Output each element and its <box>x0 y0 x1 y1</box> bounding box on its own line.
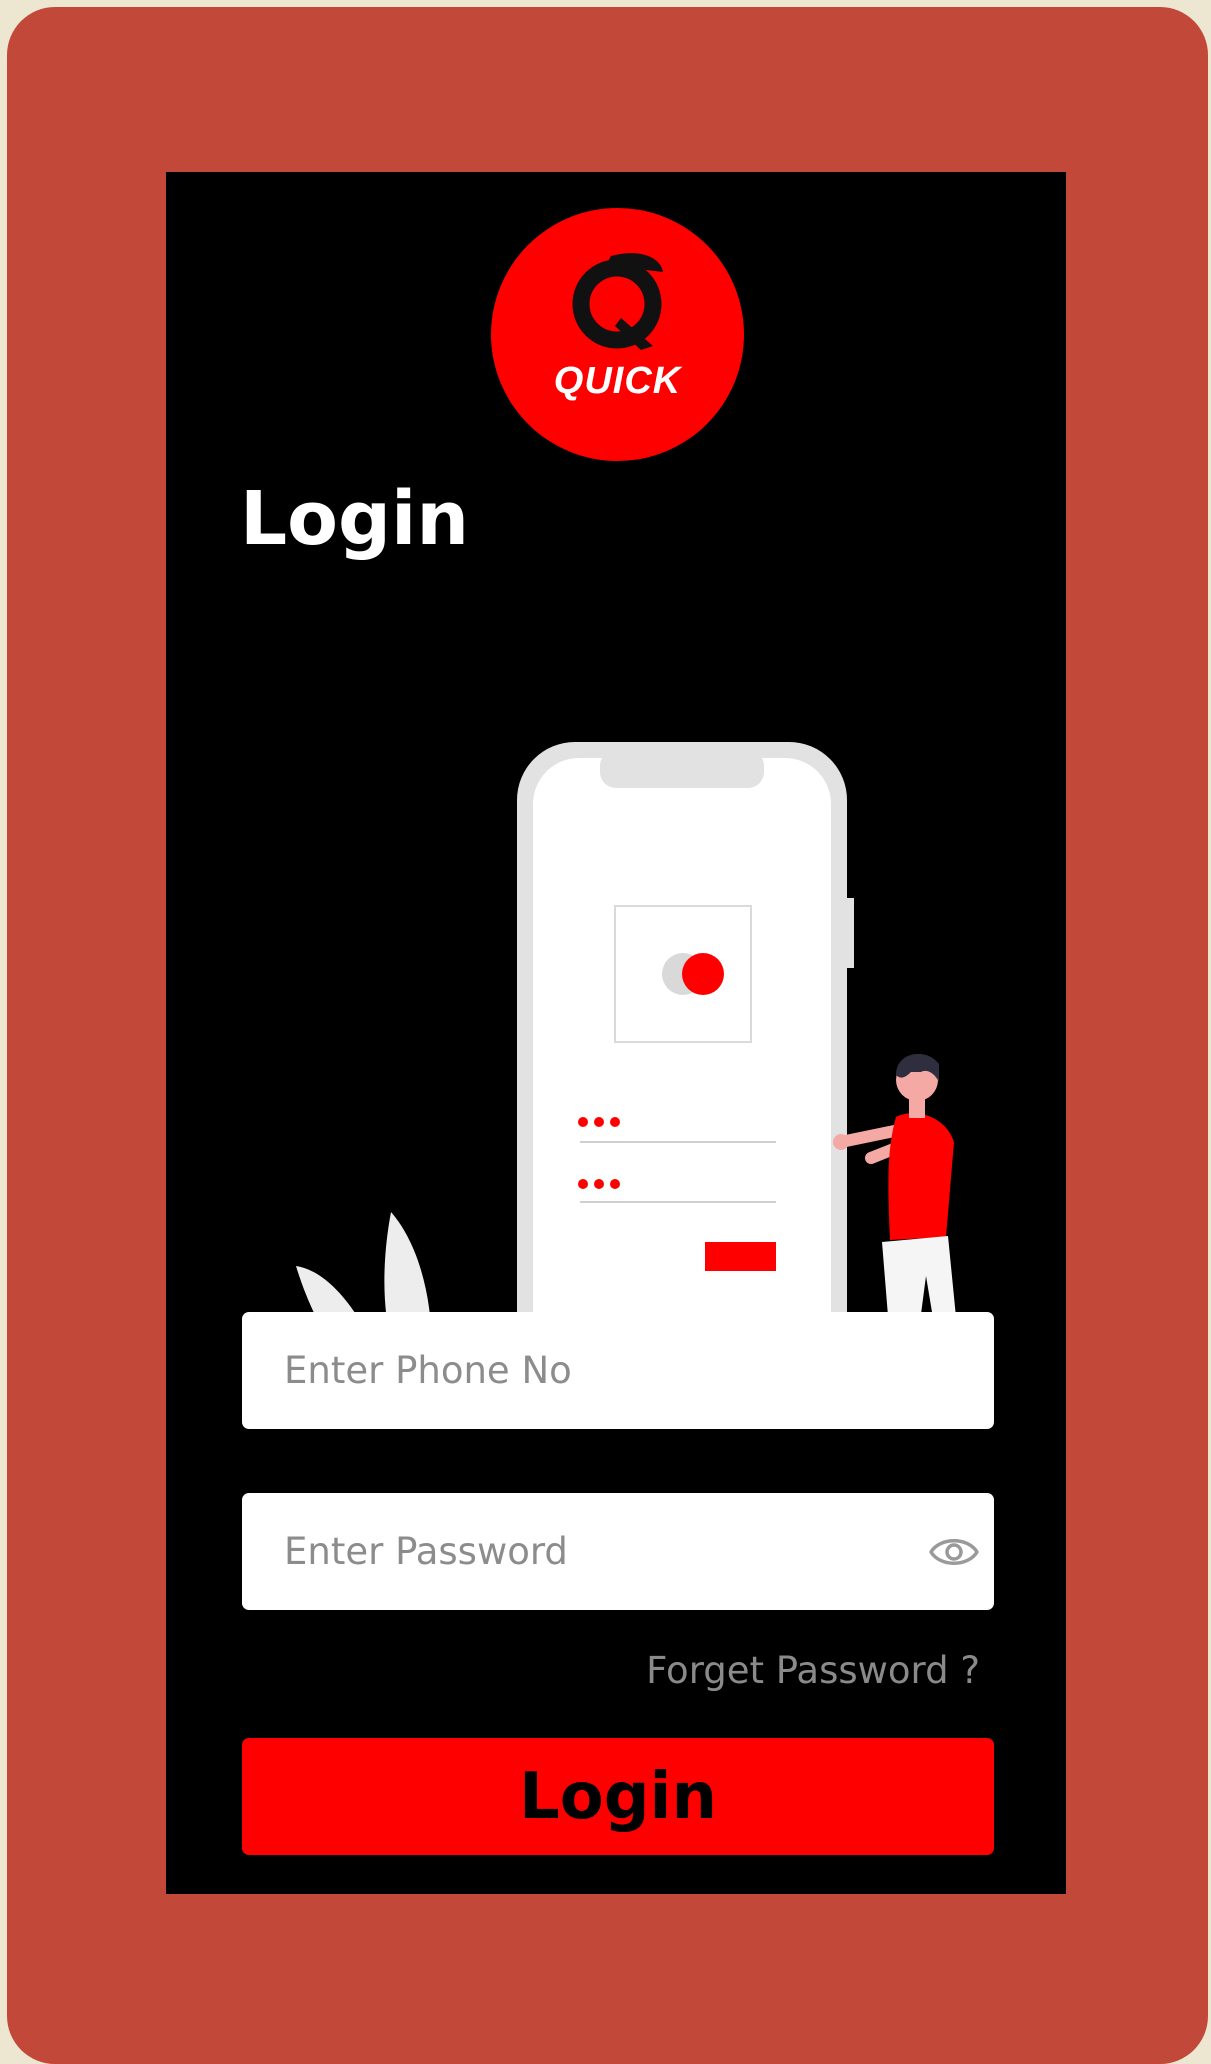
password-input[interactable] <box>242 1493 994 1610</box>
forgot-password-link[interactable]: Forget Password ? <box>646 1649 980 1692</box>
phone-login-illustration <box>296 742 976 1410</box>
phone-notch <box>600 750 764 788</box>
login-button[interactable]: Login <box>242 1738 994 1855</box>
eye-icon[interactable] <box>928 1527 980 1577</box>
phone-input[interactable] <box>242 1312 994 1429</box>
phone-side-button <box>847 898 854 968</box>
phone-screen <box>533 758 831 1394</box>
page-title: Login <box>240 476 470 562</box>
phone-login-button <box>705 1242 776 1271</box>
logo-text: QUICK <box>553 360 682 402</box>
password-field-container <box>242 1493 994 1610</box>
device-frame: QUICK Login Enter Phone No Forget Passwo… <box>7 7 1208 2064</box>
phone-field-container <box>242 1312 994 1429</box>
login-screen: QUICK Login Enter Phone No Forget Passwo… <box>166 172 1066 1894</box>
app-logo: QUICK <box>491 208 744 461</box>
q-logo-icon <box>572 253 663 350</box>
